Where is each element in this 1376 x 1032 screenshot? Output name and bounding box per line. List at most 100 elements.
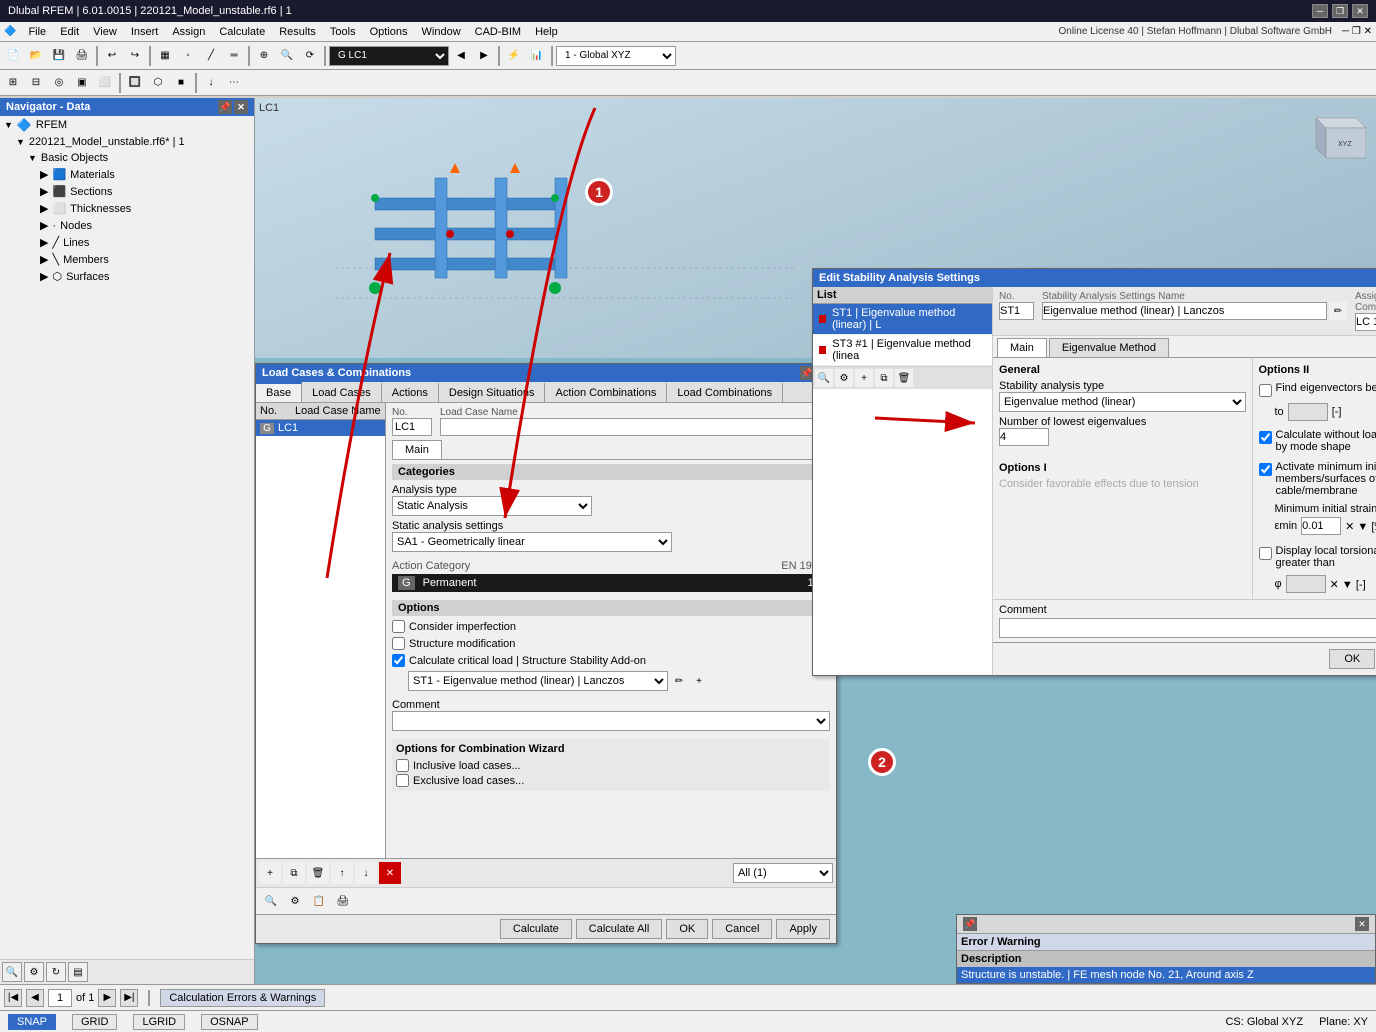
menu-insert[interactable]: Insert: [125, 25, 165, 39]
tb-open[interactable]: 📂: [25, 45, 47, 67]
tb2-osnap[interactable]: ◎: [48, 72, 70, 94]
restore-btn[interactable]: ❐: [1332, 4, 1348, 18]
tb-new[interactable]: 📄: [2, 45, 24, 67]
menu-results[interactable]: Results: [273, 25, 322, 39]
lc-tb-copy[interactable]: ⧉: [283, 862, 305, 884]
stl-add[interactable]: +: [855, 369, 873, 387]
analysis-type-select[interactable]: Static Analysis: [392, 496, 592, 516]
lc-tab-design[interactable]: Design Situations: [439, 382, 546, 402]
stability-type-select[interactable]: Eigenvalue method (linear): [999, 392, 1246, 412]
menu-tools[interactable]: Tools: [324, 25, 362, 39]
grid-btn[interactable]: GRID: [72, 1014, 118, 1030]
tb-redo[interactable]: ↪: [124, 45, 146, 67]
nav-tb-refresh[interactable]: ↻: [46, 962, 66, 982]
lc-tab-load-cases[interactable]: Load Cases: [302, 382, 382, 402]
stability-name-input[interactable]: [1042, 302, 1327, 320]
menu-edit[interactable]: Edit: [54, 25, 85, 39]
lc-no-input[interactable]: [392, 418, 432, 436]
nav-tb-search[interactable]: 🔍: [2, 962, 22, 982]
stability-method-select[interactable]: ST1 - Eigenvalue method (linear) | Lancz…: [408, 671, 668, 691]
page-next-btn[interactable]: ▶: [98, 989, 116, 1007]
nav-tb-settings[interactable]: ⚙: [24, 962, 44, 982]
tb2-view1[interactable]: ▣: [71, 72, 93, 94]
tb-lc-next[interactable]: ▶: [473, 45, 495, 67]
menu-file[interactable]: File: [22, 25, 52, 39]
nav-rfem[interactable]: ▼ 🔷 RFEM: [0, 116, 254, 134]
tb-select[interactable]: ▦: [154, 45, 176, 67]
calc-errors-tab[interactable]: Calculation Errors & Warnings: [160, 989, 325, 1007]
tb-rotate[interactable]: ⟳: [299, 45, 321, 67]
tb-results[interactable]: 📊: [526, 45, 548, 67]
inclusive-cb[interactable]: [396, 759, 409, 772]
page-prev-btn[interactable]: ◀: [26, 989, 44, 1007]
calc-critical-cb[interactable]: [392, 654, 405, 667]
emin-input[interactable]: [1301, 517, 1341, 535]
tb2-load[interactable]: ↓: [200, 72, 222, 94]
activate-prestress-cb[interactable]: [1259, 463, 1272, 476]
stability-add-btn[interactable]: +: [690, 672, 708, 690]
stl-settings[interactable]: ⚙: [835, 369, 853, 387]
tb-lc-prev[interactable]: ◀: [450, 45, 472, 67]
lc-tab-action-combos[interactable]: Action Combinations: [545, 382, 667, 402]
lc-filter-btn[interactable]: ⚙: [284, 890, 306, 912]
error-pin-btn[interactable]: 📌: [963, 917, 977, 931]
lc-tb-up[interactable]: ↑: [331, 862, 353, 884]
tb-zoom-fit[interactable]: ⊕: [253, 45, 275, 67]
tb2-render[interactable]: 🔲: [124, 72, 146, 94]
consider-imperfection-cb[interactable]: [392, 620, 405, 633]
osnap-btn[interactable]: OSNAP: [201, 1014, 258, 1030]
stability-assigned-input[interactable]: [1355, 313, 1376, 331]
lc-tab-load-combos[interactable]: Load Combinations: [667, 382, 783, 402]
tb2-solid[interactable]: ■: [170, 72, 192, 94]
stability-ok-btn[interactable]: OK: [1329, 649, 1375, 669]
nav-sections[interactable]: ▶ ⬛ Sections: [0, 183, 254, 200]
tb-zoom-in[interactable]: 🔍: [276, 45, 298, 67]
error-row-1[interactable]: Structure is unstable. | FE mesh node No…: [957, 967, 1375, 983]
exclusive-cb[interactable]: [396, 774, 409, 787]
lc-export-btn[interactable]: 📋: [308, 890, 330, 912]
stl-delete[interactable]: 🗑: [895, 369, 913, 387]
page-first-btn[interactable]: |◀: [4, 989, 22, 1007]
nav-surfaces[interactable]: ▶ ⬡ Surfaces: [0, 268, 254, 285]
menu-calculate[interactable]: Calculate: [213, 25, 271, 39]
nav-basic-objects[interactable]: ▼ Basic Objects: [0, 150, 254, 166]
apply-btn[interactable]: Apply: [776, 919, 830, 939]
cs-combo[interactable]: 1 - Global XYZ: [556, 46, 676, 66]
stl-copy[interactable]: ⧉: [875, 369, 893, 387]
lc-tb-down[interactable]: ↓: [355, 862, 377, 884]
lc-tab-base[interactable]: Base: [256, 382, 302, 402]
static-settings-select[interactable]: SA1 - Geometrically linear: [392, 532, 672, 552]
nav-pin-btn[interactable]: 📌: [218, 100, 232, 114]
lc-tb-delete[interactable]: 🗑: [307, 862, 329, 884]
lc-tb-clear[interactable]: ✕: [379, 862, 401, 884]
nav-file[interactable]: ▼ 220121_Model_unstable.rf6* | 1: [0, 134, 254, 150]
tb2-view2[interactable]: ⬜: [94, 72, 116, 94]
lc-list-item-lc1[interactable]: G LC1: [256, 420, 385, 436]
ok-btn[interactable]: OK: [666, 919, 708, 939]
menu-window[interactable]: Window: [416, 25, 467, 39]
tb-save[interactable]: 💾: [48, 45, 70, 67]
stability-tab-main[interactable]: Main: [997, 338, 1047, 357]
tb-undo[interactable]: ↩: [101, 45, 123, 67]
comment-select[interactable]: [392, 711, 830, 731]
stability-tab-eigenvalue[interactable]: Eigenvalue Method: [1049, 338, 1169, 357]
tb-node[interactable]: ◦: [177, 45, 199, 67]
stability-comment-select[interactable]: [999, 618, 1376, 638]
calculate-btn[interactable]: Calculate: [500, 919, 572, 939]
page-last-btn[interactable]: ▶|: [120, 989, 138, 1007]
menu-help[interactable]: Help: [529, 25, 564, 39]
calculate-all-btn[interactable]: Calculate All: [576, 919, 663, 939]
stability-item-st1[interactable]: ST1 | Eigenvalue method (linear) | L: [813, 304, 992, 335]
minimize-btn[interactable]: ─: [1312, 4, 1328, 18]
stability-no-input[interactable]: [999, 302, 1034, 320]
lc-print-btn[interactable]: 🖨: [332, 890, 354, 912]
nav-materials[interactable]: ▶ 🟦 Materials: [0, 166, 254, 183]
lc-name-input[interactable]: [440, 418, 830, 436]
display-torsional-cb[interactable]: [1259, 547, 1272, 560]
lc-all-combo[interactable]: All (1): [733, 863, 833, 883]
calc-without-loading-cb[interactable]: [1259, 431, 1272, 444]
find-eigenvectors-cb[interactable]: [1259, 384, 1272, 397]
nav-lines[interactable]: ▶ ╱ Lines: [0, 234, 254, 251]
tb2-snap[interactable]: ⊞: [2, 72, 24, 94]
lc-search-btn[interactable]: 🔍: [260, 890, 282, 912]
